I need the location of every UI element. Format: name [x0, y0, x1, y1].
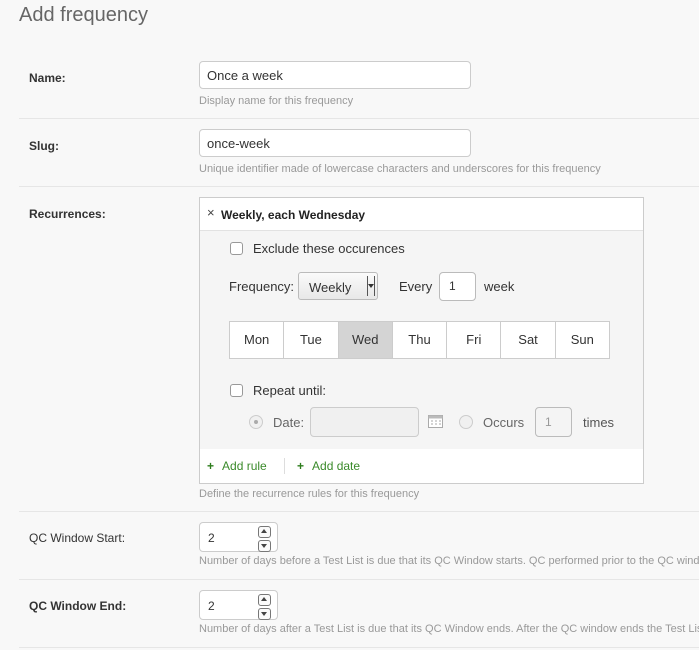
- occurs-label: Occurs: [483, 415, 525, 430]
- decrement-icon[interactable]: [258, 608, 271, 620]
- interval-input[interactable]: 1: [439, 272, 476, 301]
- decrement-icon[interactable]: [258, 540, 271, 552]
- recurrences-label: Recurrences:: [29, 207, 106, 221]
- slug-label: Slug:: [29, 139, 59, 153]
- day-button-fri[interactable]: Fri: [447, 322, 502, 358]
- day-button-thu[interactable]: Thu: [393, 322, 448, 358]
- day-button-tue[interactable]: Tue: [284, 322, 339, 358]
- calendar-icon[interactable]: [428, 415, 443, 428]
- footer-divider: [284, 458, 285, 474]
- every-label: Every: [399, 279, 433, 294]
- qc-window-start-help: Number of days before a Test List is due…: [199, 555, 699, 567]
- qc-window-start-input[interactable]: 2: [199, 522, 278, 552]
- recurrence-rule-header: × Weekly, each Wednesday: [200, 198, 643, 231]
- qc-window-end-help: Number of days after a Test List is due …: [199, 623, 699, 635]
- repeat-until-checkbox[interactable]: [230, 384, 243, 397]
- slug-row: Slug: Unique identifier made of lowercas…: [19, 119, 699, 187]
- remove-rule-icon[interactable]: ×: [207, 205, 215, 220]
- plus-icon: +: [207, 459, 215, 473]
- qc-window-start-label: QC Window Start:: [29, 531, 126, 545]
- interval-unit: week: [484, 279, 515, 294]
- occurs-input[interactable]: 1: [535, 407, 572, 437]
- day-button-wed[interactable]: Wed: [338, 322, 393, 358]
- date-label: Date:: [273, 415, 305, 430]
- qc-window-start-value: 2: [208, 531, 215, 545]
- day-button-mon[interactable]: Mon: [230, 322, 285, 358]
- qc-window-end-input[interactable]: 2: [199, 590, 278, 620]
- name-help: Display name for this frequency: [199, 95, 354, 107]
- name-input[interactable]: [199, 61, 471, 89]
- date-radio[interactable]: [249, 415, 263, 429]
- qc-window-end-row: QC Window End: 2 Number of days after a …: [19, 580, 699, 648]
- recurrence-rule-title[interactable]: Weekly, each Wednesday: [221, 208, 365, 222]
- recurrences-help: Define the recurrence rules for this fre…: [199, 488, 420, 500]
- slug-input[interactable]: [199, 129, 471, 157]
- qc-window-end-value: 2: [208, 599, 215, 613]
- recurrence-widget: × Weekly, each Wednesday Exclude these o…: [199, 197, 644, 484]
- times-label: times: [583, 415, 615, 430]
- increment-icon[interactable]: [258, 594, 271, 606]
- plus-icon: +: [297, 459, 305, 473]
- add-date-label: Add date: [312, 459, 361, 473]
- frequency-select[interactable]: Weekly: [298, 272, 378, 300]
- name-row: Name: Display name for this frequency: [19, 47, 699, 119]
- day-button-sat[interactable]: Sat: [501, 322, 556, 358]
- day-button-sun[interactable]: Sun: [556, 322, 609, 358]
- date-input[interactable]: [310, 407, 419, 437]
- exclude-label: Exclude these occurences: [253, 241, 405, 256]
- occurs-radio[interactable]: [459, 415, 473, 429]
- recurrence-rule-form: Exclude these occurences Frequency: Week…: [200, 231, 643, 449]
- repeat-until-label: Repeat until:: [253, 383, 326, 398]
- qc-window-end-label: QC Window End:: [29, 599, 127, 613]
- increment-icon[interactable]: [258, 526, 271, 538]
- exclude-checkbox[interactable]: [230, 242, 243, 255]
- weekday-selector: Mon Tue Wed Thu Fri Sat Sun: [229, 321, 610, 359]
- add-rule-button[interactable]: + Add rule: [207, 459, 267, 473]
- slug-help: Unique identifier made of lowercase char…: [199, 163, 601, 175]
- frequency-select-value: Weekly: [309, 280, 352, 295]
- name-label: Name:: [29, 71, 66, 85]
- qc-window-start-row: QC Window Start: 2 Number of days before…: [19, 512, 699, 580]
- add-rule-label: Add rule: [222, 459, 267, 473]
- page-title: Add frequency: [19, 4, 148, 26]
- add-date-button[interactable]: + Add date: [297, 459, 360, 473]
- frequency-label: Frequency:: [229, 279, 295, 294]
- recurrence-footer: + Add rule + Add date: [200, 450, 643, 484]
- chevron-down-icon: [367, 276, 375, 296]
